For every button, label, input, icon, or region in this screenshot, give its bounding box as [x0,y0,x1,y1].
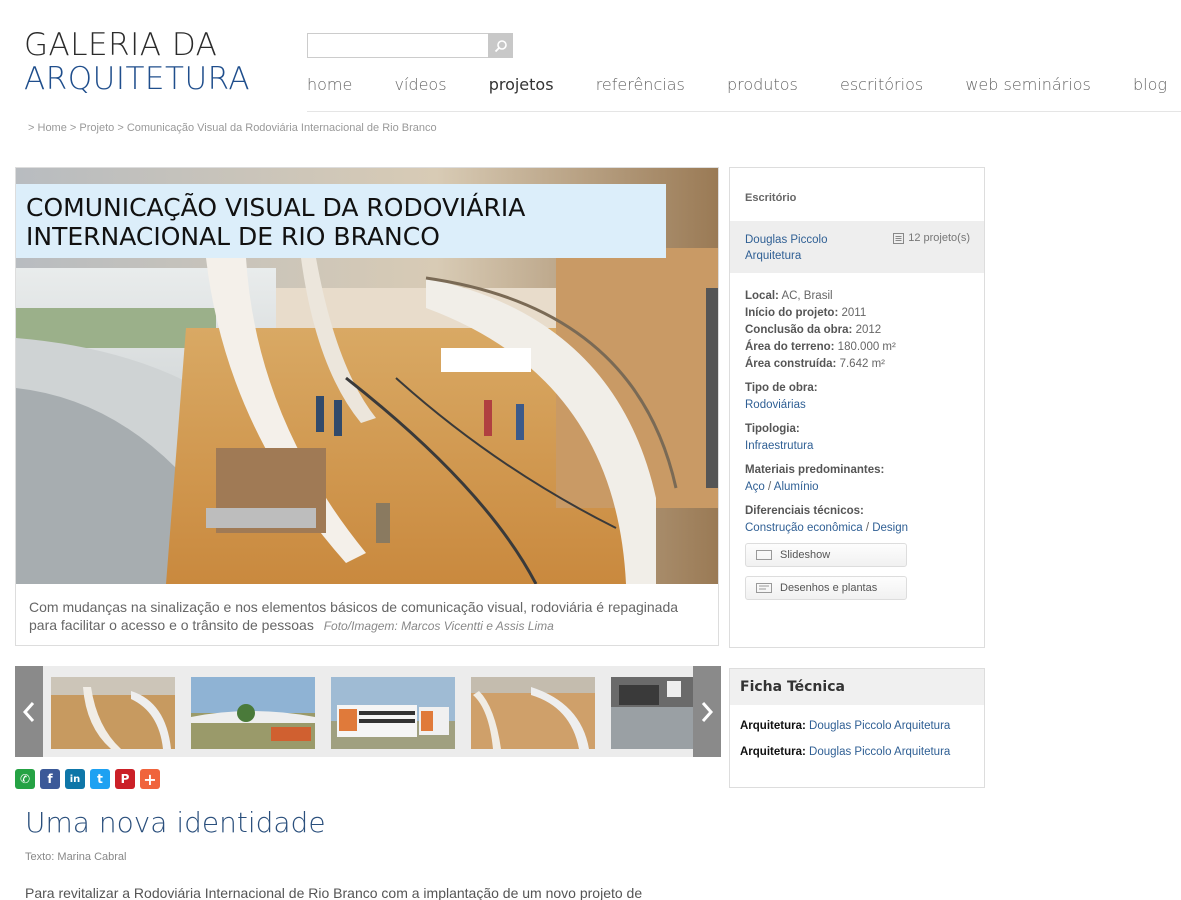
search-box [307,33,513,58]
material-link-aco[interactable]: Aço [745,481,765,493]
breadcrumb-home[interactable]: Home [38,122,67,134]
article-heading: Uma nova identidade [25,806,326,839]
nav-web-seminarios[interactable]: web seminários [965,75,1090,94]
hero-card: COMUNICAÇÃO VISUAL DA RODOVIÁRIA INTERNA… [15,167,719,646]
nav-escritorios[interactable]: escritórios [840,75,923,94]
main-nav: home vídeos projetos referências produto… [307,75,1167,94]
search-input[interactable] [307,33,488,58]
nav-referencias[interactable]: referências [596,75,685,94]
gallery-thumb[interactable] [191,677,315,749]
local-label: Local: [745,290,779,302]
slideshow-label: Slideshow [780,549,831,561]
local-value: AC, Brasil [781,290,833,302]
pinterest-icon[interactable]: P [115,769,135,789]
projects-count[interactable]: 12 projeto(s) [893,232,970,244]
slideshow-icon [756,550,772,560]
construida-value: 7.642 m² [839,358,885,370]
chevron-right-icon [701,701,714,722]
construida-label: Área construída: [745,358,837,370]
nav-projetos[interactable]: projetos [489,75,554,94]
technical-sheet-title: Ficha Técnica [730,669,984,705]
drawings-label: Desenhos e plantas [780,582,878,594]
materiais-label: Materiais predominantes: [745,464,885,476]
gallery-strip [15,666,721,757]
breadcrumb: > Home > Projeto > Comunicação Visual da… [28,122,437,134]
diferencial-link-design[interactable]: Design [872,522,908,534]
tipo-link[interactable]: Rodoviárias [745,399,806,411]
chevron-left-icon [22,701,35,722]
gallery-next-button[interactable] [693,666,721,757]
search-icon [494,39,507,52]
diferencial-link-economica[interactable]: Construção econômica [745,522,863,534]
office-label: Escritório [745,192,797,204]
technical-row: Arquitetura: Douglas Piccolo Arquitetura [740,746,950,758]
photo-credit: Foto/Imagem: Marcos Vicentti e Assis Lim… [323,619,554,633]
technical-row-link[interactable]: Douglas Piccolo Arquitetura [809,746,950,758]
projects-count-text: 12 projeto(s) [908,232,970,244]
technical-sheet: Ficha Técnica Arquitetura: Douglas Picco… [729,668,985,788]
project-sidebar: Escritório Douglas Piccolo Arquitetura 1… [729,167,985,648]
thumb-image [611,677,693,749]
inicio-value: 2011 [841,307,867,319]
twitter-icon[interactable]: t [90,769,110,789]
technical-row-label: Arquitetura: [740,720,806,732]
tipologia-label: Tipologia: [745,423,800,435]
tipo-label: Tipo de obra: [745,382,818,394]
conclusao-label: Conclusão da obra: [745,324,853,336]
drawings-icon [756,583,772,593]
more-share-icon[interactable]: + [140,769,160,789]
nav-videos[interactable]: vídeos [395,75,447,94]
office-box: Douglas Piccolo Arquitetura 12 projeto(s… [730,221,984,273]
logo-line-1: GALERIA DA [24,27,218,63]
gallery-prev-button[interactable] [15,666,43,757]
technical-row-label: Arquitetura: [740,746,806,758]
inicio-label: Início do projeto: [745,307,839,319]
thumb-image [191,677,315,749]
diferencial-separator: / [865,522,870,534]
whatsapp-icon[interactable]: ✆ [15,769,35,789]
gallery-thumb[interactable] [471,677,595,749]
material-link-aluminio[interactable]: Alumínio [774,481,819,493]
drawings-button[interactable]: Desenhos e plantas [745,576,907,600]
breadcrumb-separator: > [117,122,124,134]
technical-row-link[interactable]: Douglas Piccolo Arquitetura [809,720,950,732]
page-title: COMUNICAÇÃO VISUAL DA RODOVIÁRIA INTERNA… [16,184,666,258]
breadcrumb-separator: > [28,122,35,134]
tipologia-link[interactable]: Infraestrutura [745,440,813,452]
technical-row: Arquitetura: Douglas Piccolo Arquitetura [740,720,950,732]
nav-produtos[interactable]: produtos [727,75,798,94]
diferenciais-label: Diferenciais técnicos: [745,505,864,517]
share-bar: ✆ f in t P + [15,769,160,789]
logo-line-2: ARQUITETURA [24,61,251,97]
project-info: Local: AC, Brasil Início do projeto: 201… [745,288,975,537]
terreno-value: 180.000 m² [837,341,896,353]
conclusao-value: 2012 [855,324,882,336]
gallery-thumb[interactable] [331,677,455,749]
nav-blog[interactable]: blog [1133,75,1167,94]
office-name-link[interactable]: Douglas Piccolo Arquitetura [745,232,865,264]
thumb-image [331,677,455,749]
nav-divider [307,111,1181,112]
breadcrumb-projeto[interactable]: Projeto [79,122,114,134]
article-author: Texto: Marina Cabral [25,851,127,863]
article-body: Para revitalizar a Rodoviária Internacio… [25,885,643,900]
breadcrumb-separator: > [69,122,77,134]
nav-home[interactable]: home [307,75,352,94]
linkedin-icon[interactable]: in [65,769,85,789]
site-logo[interactable]: GALERIA DA ARQUITETURA [24,28,250,96]
material-separator: / [768,481,772,493]
search-button[interactable] [488,33,513,58]
terreno-label: Área do terreno: [745,341,835,353]
thumb-image [471,677,595,749]
thumb-image [51,677,175,749]
breadcrumb-current: Comunicação Visual da Rodoviária Interna… [126,122,437,134]
gallery-thumb[interactable] [611,677,693,749]
list-icon [893,232,905,244]
facebook-icon[interactable]: f [40,769,60,789]
hero-caption: Com mudanças na sinalização e nos elemen… [29,598,709,635]
gallery-thumb[interactable] [51,677,175,749]
slideshow-button[interactable]: Slideshow [745,543,907,567]
